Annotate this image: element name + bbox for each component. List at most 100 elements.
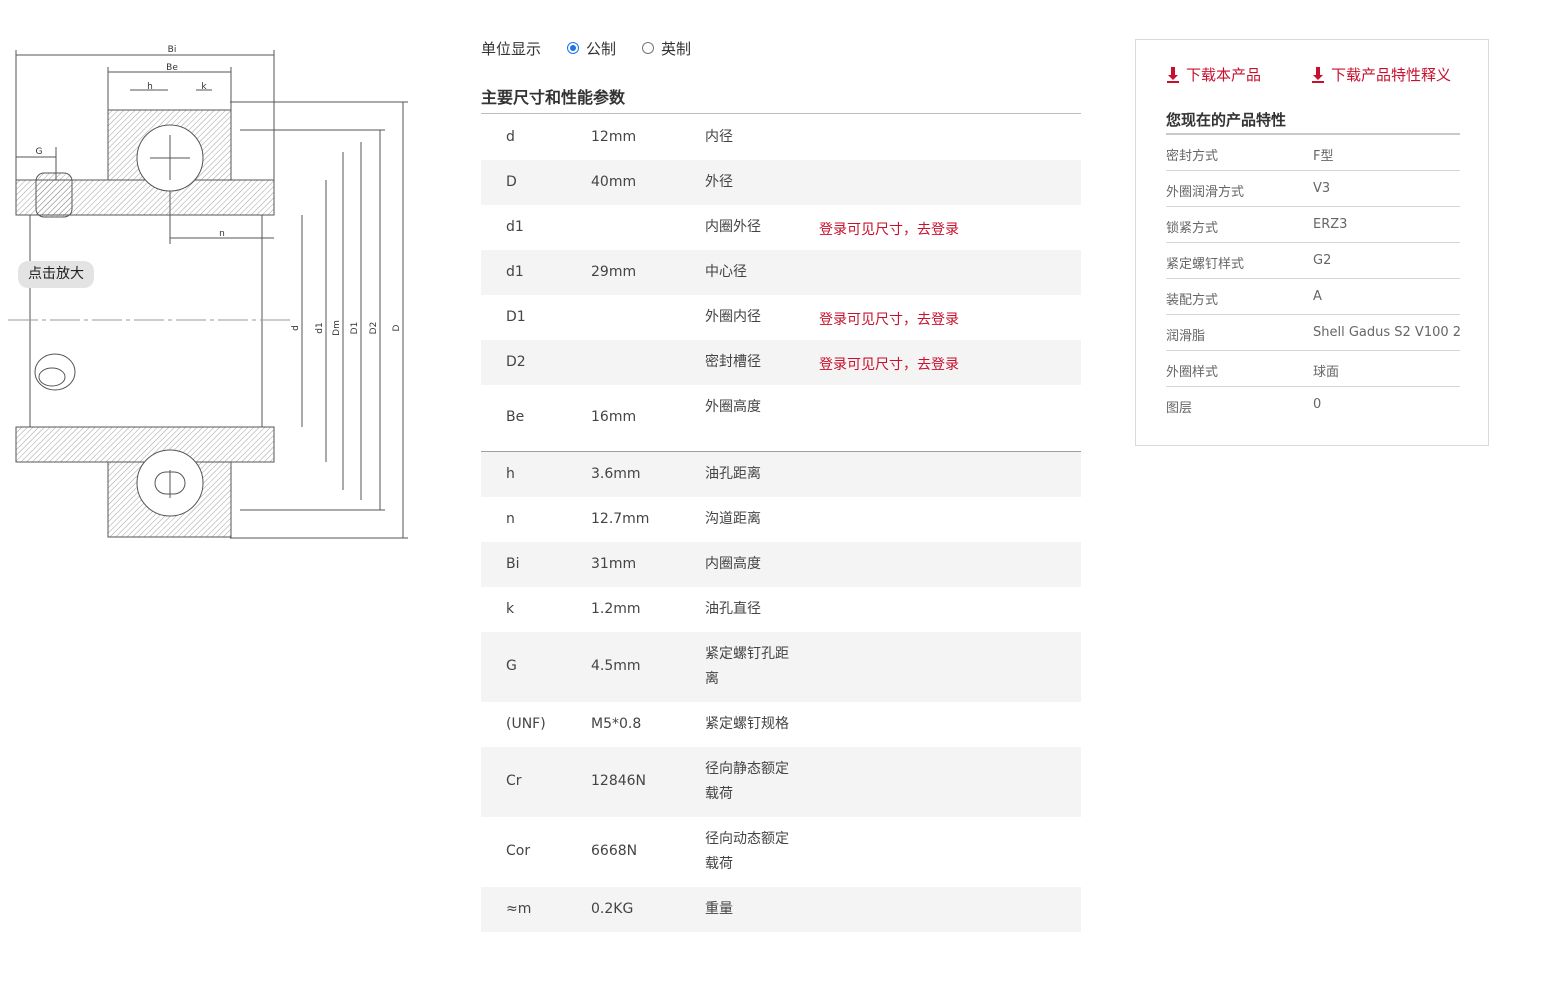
feature-row: 装配方式 A [1166,279,1460,315]
spec-row: G 4.5mm 紧定螺钉孔距离 [481,632,1081,702]
spec-description: 紧定螺钉孔距离 [705,646,789,687]
spec-description: 油孔直径 [705,601,761,617]
dim-label-D1: D1 [350,322,360,335]
download-product-label: 下载本产品 [1186,66,1262,84]
spec-description: 外径 [705,174,733,190]
feature-key: 外圈润滑方式 [1166,185,1245,200]
spec-value: 31mm [591,556,637,572]
feature-key: 密封方式 [1166,149,1219,164]
spec-table: d 12mm 内径 D 40mm 外径 d1 内圈外径 登录可见尺寸，去登录 d1 29mm 中心径 D… [481,115,1081,932]
download-features-label: 下载产品特性释义 [1331,66,1452,84]
spec-description: 径向静态额定载荷 [705,761,789,802]
unit-radio-imperial-label: 英制 [661,39,692,58]
spec-symbol: Be [506,409,525,425]
spec-value: 12mm [591,129,637,145]
spec-description: 沟道距离 [705,511,761,527]
spec-row: D1 外圈内径 登录可见尺寸，去登录 [481,295,1081,340]
spec-description: 外圈内径 [705,309,761,325]
unit-label: 单位显示 [481,39,542,58]
feature-value: 球面 [1313,365,1340,380]
spec-value: 0.2KG [591,901,634,917]
login-link[interactable]: 登录可见尺寸，去登录 [819,309,959,329]
spec-symbol: Cor [506,843,531,859]
feature-value: ERZ3 [1313,217,1348,232]
spec-row: d1 29mm 中心径 [481,250,1081,295]
divider [481,113,1081,114]
feature-row: 外圈润滑方式 V3 [1166,171,1460,207]
spec-row: Be 16mm 外圈高度 [481,385,1081,451]
spec-row: k 1.2mm 油孔直径 [481,587,1081,632]
radio-checked-icon[interactable] [567,42,580,54]
feature-row: 密封方式 F型 [1166,135,1460,171]
feature-value: F型 [1313,149,1334,164]
spec-row: d 12mm 内径 [481,115,1081,160]
dim-label-D2: D2 [369,322,379,335]
radio-unchecked-icon[interactable] [642,42,655,54]
unit-selector: 单位显示 公制 英制 [481,37,717,59]
feature-row: 锁紧方式 ERZ3 [1166,207,1460,243]
feature-key: 锁紧方式 [1166,221,1219,236]
spec-symbol: D [506,174,517,190]
feature-row: 外圈样式 球面 [1166,351,1460,387]
download-product-link[interactable]: 下载本产品 [1166,64,1261,85]
dim-label-k: k [201,82,207,92]
spec-description: 内圈外径 [705,219,761,235]
spec-value: 3.6mm [591,466,641,482]
feature-key: 装配方式 [1166,293,1219,308]
spec-row: d1 内圈外径 登录可见尺寸，去登录 [481,205,1081,250]
dim-label-Dm: Dm [332,320,342,336]
spec-row: n 12.7mm 沟道距离 [481,497,1081,542]
spec-symbol: d [506,129,515,145]
spec-value: 40mm [591,174,637,190]
feature-row: 图层 0 [1166,387,1460,423]
spec-row: Bi 31mm 内圈高度 [481,542,1081,587]
spec-value: 1.2mm [591,601,641,617]
spec-description: 油孔距离 [705,466,761,482]
dim-label-d1: d1 [315,322,325,333]
spec-value: 16mm [591,409,637,425]
feature-value: 0 [1313,397,1322,412]
spec-symbol: ≈m [506,901,532,917]
download-features-link[interactable]: 下载产品特性释义 [1311,64,1451,85]
login-link[interactable]: 登录可见尺寸，去登录 [819,219,959,239]
dim-label-n: n [219,229,225,239]
zoom-button[interactable]: 点击放大 [18,261,94,288]
spec-row: D 40mm 外径 [481,160,1081,205]
download-icon [1312,66,1324,83]
dim-label-D: D [392,324,402,331]
spec-symbol: d1 [506,219,524,235]
spec-symbol: n [506,511,515,527]
spec-symbol: D1 [506,309,526,325]
dim-label-h: h [147,82,153,92]
spec-value: 6668N [591,843,638,859]
spec-symbol: G [506,658,517,674]
bearing-drawing[interactable]: Bi Be h k G n d d1 Dm D1 D2 D [0,30,420,550]
spec-symbol: k [506,601,515,617]
spec-symbol: D2 [506,354,526,370]
spec-row: h 3.6mm 油孔距离 [481,452,1081,497]
unit-radio-metric-label: 公制 [586,39,617,58]
spec-row: Cor 6668N 径向动态额定载荷 [481,817,1081,887]
spec-row: (UNF) M5*0.8 紧定螺钉规格 [481,702,1081,747]
dim-label-G: G [36,147,43,157]
login-link[interactable]: 登录可见尺寸，去登录 [819,354,959,374]
unit-radio-metric[interactable]: 公制 [567,38,616,59]
panel-title: 您现在的产品特性 [1166,111,1287,129]
spec-row: Cr 12846N 径向静态额定载荷 [481,747,1081,817]
spec-description: 内径 [705,129,733,145]
spec-symbol: Cr [506,773,522,789]
spec-description: 外圈高度 [705,399,761,415]
feature-value: G2 [1313,253,1332,268]
spec-description: 中心径 [705,264,747,280]
dim-label-Bi: Bi [168,45,177,55]
spec-row: D2 密封槽径 登录可见尺寸，去登录 [481,340,1081,385]
feature-value: V3 [1313,181,1331,196]
spec-value: 29mm [591,264,637,280]
spec-value: M5*0.8 [591,716,642,732]
unit-radio-imperial[interactable]: 英制 [642,38,691,59]
dim-label-d: d [291,325,301,331]
spec-symbol: d1 [506,264,524,280]
feature-key: 外圈样式 [1166,365,1219,380]
spec-description: 密封槽径 [705,354,761,370]
spec-symbol: h [506,466,515,482]
